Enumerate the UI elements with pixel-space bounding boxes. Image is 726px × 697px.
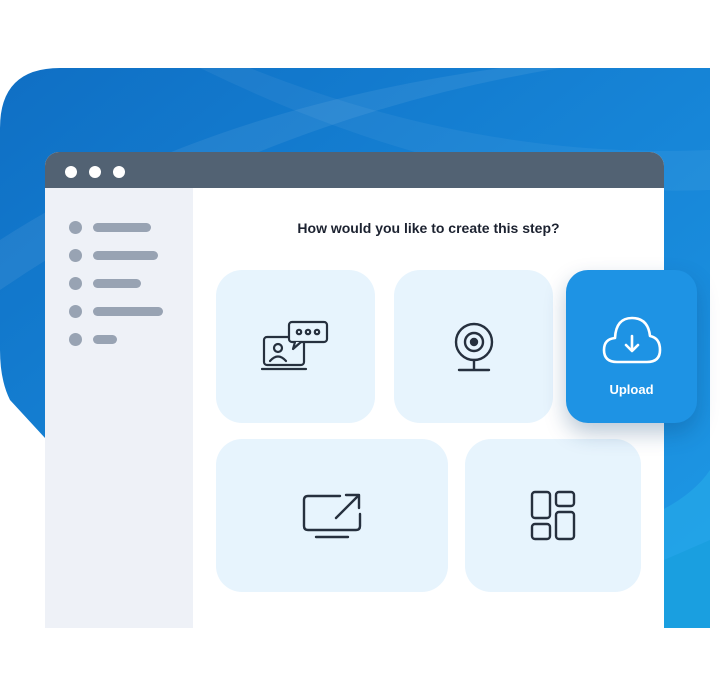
window-dot-minimize[interactable] (89, 166, 101, 178)
window-titlebar (45, 152, 664, 188)
option-tile-screen-share[interactable] (216, 439, 448, 592)
sidebar-placeholder-line (93, 335, 117, 344)
option-tile-video-chat[interactable] (216, 270, 375, 423)
sidebar-bullet (69, 221, 82, 234)
window-dot-maximize[interactable] (113, 166, 125, 178)
sidebar-bullet (69, 333, 82, 346)
upload-label: Upload (609, 382, 654, 397)
sidebar-placeholder-line (93, 279, 141, 288)
screen-share-icon (302, 493, 362, 538)
option-tile-template[interactable] (465, 439, 641, 592)
sidebar-placeholder-line (93, 223, 151, 232)
option-tile-webcam[interactable] (394, 270, 553, 423)
cloud-download-icon (602, 316, 662, 364)
page-question: How would you like to create this step? (297, 220, 560, 236)
sidebar-bullet (69, 305, 82, 318)
template-grid-icon (530, 490, 576, 540)
sidebar (45, 188, 193, 628)
video-chat-icon (260, 320, 328, 370)
sidebar-placeholder-line (93, 307, 163, 316)
sidebar-placeholder-line (93, 251, 158, 260)
sidebar-bullet (69, 277, 82, 290)
webcam-icon (454, 322, 493, 371)
window-dot-close[interactable] (65, 166, 77, 178)
upload-button[interactable]: Upload (566, 270, 697, 423)
sidebar-bullet (69, 249, 82, 262)
illustration-scene: How would you like to create this step? (0, 0, 726, 697)
